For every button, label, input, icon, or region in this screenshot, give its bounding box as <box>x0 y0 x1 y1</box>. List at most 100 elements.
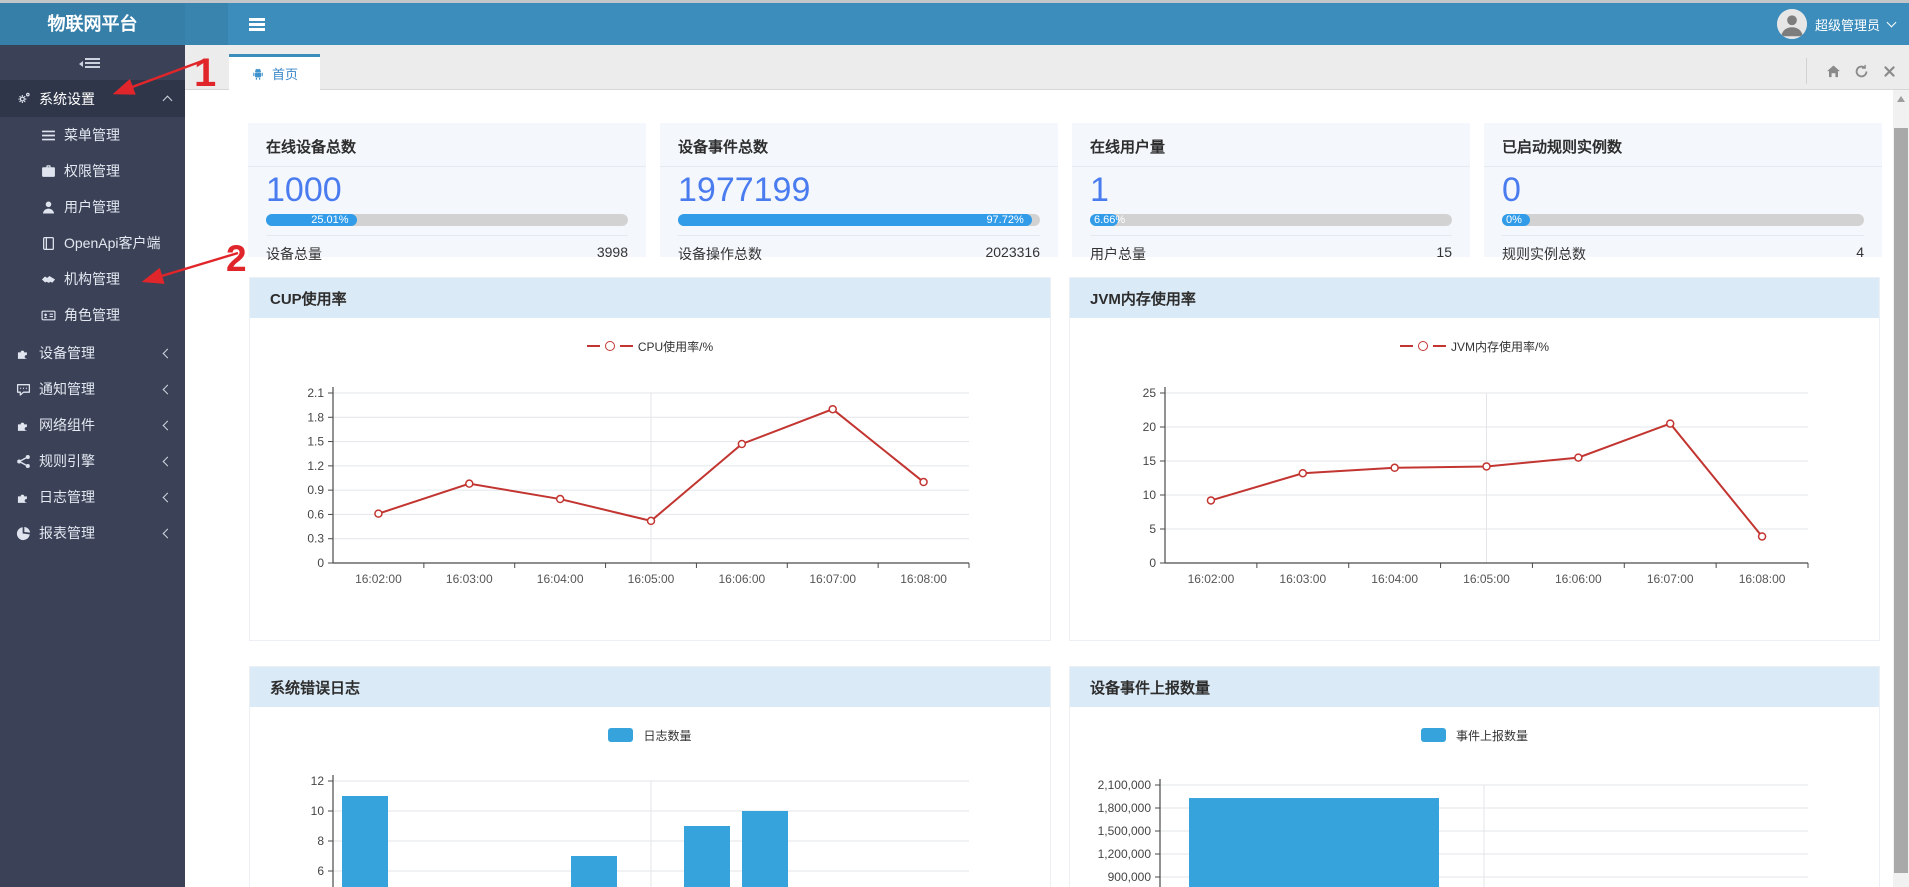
svg-text:2,100,000: 2,100,000 <box>1098 778 1152 792</box>
chevron-left-icon <box>163 384 173 394</box>
legend-circle-icon <box>605 341 615 351</box>
gears-icon <box>15 91 32 106</box>
sidebar-item-label: 网络组件 <box>39 415 95 435</box>
hamburger-icon <box>249 18 265 21</box>
dashboard-content: 在线设备总数 1000 25.01% 设备总量 3998 设备事件总数 1977… <box>185 90 1909 887</box>
sidebar-item-label: 规则引擎 <box>39 451 95 471</box>
stat-card-title: 在线用户量 <box>1072 123 1470 167</box>
svg-text:0.3: 0.3 <box>307 532 324 546</box>
sidebar-item-log-management[interactable]: 日志管理 <box>0 479 185 515</box>
legend-jvm[interactable]: JVM内存使用率/% <box>1070 334 1879 358</box>
sidebar-item-label: 角色管理 <box>64 305 120 325</box>
sidebar-item-device-management[interactable]: 设备管理 <box>0 335 185 371</box>
main-area: 首页 在线设备总数 1000 <box>185 45 1909 887</box>
stat-progress-bar: 0% <box>1502 214 1864 226</box>
vertical-scrollbar <box>1893 90 1909 887</box>
sidebar-item-user-management[interactable]: 用户管理 <box>0 189 185 225</box>
sidebar-item-openapi-client[interactable]: OpenApi客户端 <box>0 225 185 261</box>
legend-circle-icon <box>1418 341 1428 351</box>
tab-home[interactable]: 首页 <box>229 54 320 90</box>
svg-text:0.6: 0.6 <box>307 507 324 521</box>
legend-cpu[interactable]: CPU使用率/% <box>250 334 1050 358</box>
sidebar-item-report-management[interactable]: 报表管理 <box>0 515 185 551</box>
chevron-left-icon <box>163 492 173 502</box>
sidebar-item-label: OpenApi客户端 <box>64 233 160 253</box>
app-title: 物联网平台 <box>48 14 138 34</box>
legend-event-count[interactable]: 事件上报数量 <box>1070 723 1879 747</box>
panel-title: 系统错误日志 <box>250 667 1050 707</box>
sidebar-collapse-control[interactable] <box>0 45 185 80</box>
panel-device-event-reports: 设备事件上报数量 事件上报数量 0300,000600,000900,0001,… <box>1069 666 1880 887</box>
top-navbar: 物联网平台 超级管理员 <box>0 3 1909 45</box>
user-menu[interactable]: 超级管理员 <box>1777 3 1895 45</box>
stat-progress-fill <box>678 214 1032 226</box>
stat-card-value: 1000 <box>248 167 646 209</box>
legend-log-count[interactable]: 日志数量 <box>250 723 1050 747</box>
stat-card-title: 设备事件总数 <box>660 123 1058 167</box>
sidebar-item-role-management[interactable]: 角色管理 <box>0 297 185 333</box>
chevron-left-icon <box>163 348 173 358</box>
svg-text:16:07:00: 16:07:00 <box>809 572 856 586</box>
stat-footer-value: 3998 <box>597 244 628 264</box>
svg-text:1.8: 1.8 <box>307 410 324 424</box>
app-logo[interactable]: 物联网平台 <box>0 3 185 45</box>
svg-text:25: 25 <box>1143 386 1157 400</box>
panel-title: 设备事件上报数量 <box>1070 667 1879 707</box>
svg-text:16:04:00: 16:04:00 <box>1371 572 1418 586</box>
stat-card-value: 1 <box>1072 167 1470 209</box>
svg-text:16:07:00: 16:07:00 <box>1647 572 1694 586</box>
panel-system-error-log: 系统错误日志 日志数量 024681012 <box>249 666 1051 887</box>
panel-jvm-memory: JVM内存使用率 JVM内存使用率/% 051015202516:02:0016… <box>1069 277 1880 641</box>
sidebar-item-label: 日志管理 <box>39 487 95 507</box>
stat-progress-bar: 6.66% <box>1090 214 1452 226</box>
scrollbar-up-button[interactable] <box>1893 90 1909 107</box>
user-name: 超级管理员 <box>1815 15 1880 34</box>
svg-text:16:02:00: 16:02:00 <box>1188 572 1235 586</box>
legend-swatch-icon <box>1421 728 1446 742</box>
puzzle-icon <box>15 418 32 433</box>
sidebar-item-label: 用户管理 <box>64 197 120 217</box>
svg-text:16:02:00: 16:02:00 <box>355 572 402 586</box>
svg-text:0.9: 0.9 <box>307 483 324 497</box>
panel-title: JVM内存使用率 <box>1070 278 1879 318</box>
tab-toolbar <box>1806 58 1897 84</box>
svg-text:1,800,000: 1,800,000 <box>1098 801 1152 815</box>
sidebar-item-label: 系统设置 <box>39 89 95 109</box>
sidebar-item-network-components[interactable]: 网络组件 <box>0 407 185 443</box>
stat-footer-value: 4 <box>1856 244 1864 264</box>
cpu-usage-chart: 00.30.60.91.21.51.82.116:02:0016:03:0016… <box>250 358 1050 628</box>
svg-text:900,000: 900,000 <box>1108 870 1152 884</box>
chevron-left-icon <box>163 420 173 430</box>
stat-footer-value: 2023316 <box>985 244 1040 264</box>
close-icon[interactable] <box>1882 64 1897 79</box>
sidebar-item-label: 设备管理 <box>39 343 95 363</box>
sidebar-item-organization-management[interactable]: 机构管理 <box>0 261 185 297</box>
svg-text:8: 8 <box>317 834 324 848</box>
stat-footer-label: 规则实例总数 <box>1502 244 1586 264</box>
chevron-down-icon <box>1887 18 1897 28</box>
sidebar: 系统设置 菜单管理 权限管理 用户管理 OpenApi客户端 <box>0 45 185 887</box>
outdent-icon <box>85 58 100 60</box>
chevron-left-icon <box>163 456 173 466</box>
sidebar-item-menu-management[interactable]: 菜单管理 <box>0 117 185 153</box>
home-icon[interactable] <box>1826 64 1841 79</box>
stat-progress-bar: 25.01% <box>266 214 628 226</box>
svg-text:2.1: 2.1 <box>307 386 324 400</box>
scrollbar-thumb[interactable] <box>1894 128 1908 873</box>
sidebar-item-system-settings[interactable]: 系统设置 <box>0 80 185 117</box>
stat-footer-label: 用户总量 <box>1090 244 1146 264</box>
svg-text:0: 0 <box>1149 556 1156 570</box>
svg-text:10: 10 <box>311 804 325 818</box>
stat-card-online-devices: 在线设备总数 1000 25.01% 设备总量 3998 <box>248 123 646 257</box>
sidebar-item-permission-management[interactable]: 权限管理 <box>0 153 185 189</box>
error-log-chart: 024681012 <box>250 747 1050 887</box>
refresh-icon[interactable] <box>1854 64 1869 79</box>
sidebar-toggle-button[interactable] <box>237 3 277 45</box>
stat-footer-value: 15 <box>1436 244 1452 264</box>
navbar: 超级管理员 <box>185 3 1909 45</box>
briefcase-icon <box>41 164 56 179</box>
sidebar-item-rule-engine[interactable]: 规则引擎 <box>0 443 185 479</box>
sidebar-item-notification-management[interactable]: 通知管理 <box>0 371 185 407</box>
sidebar-item-label: 机构管理 <box>64 269 120 289</box>
sidebar-item-label: 报表管理 <box>39 523 95 543</box>
